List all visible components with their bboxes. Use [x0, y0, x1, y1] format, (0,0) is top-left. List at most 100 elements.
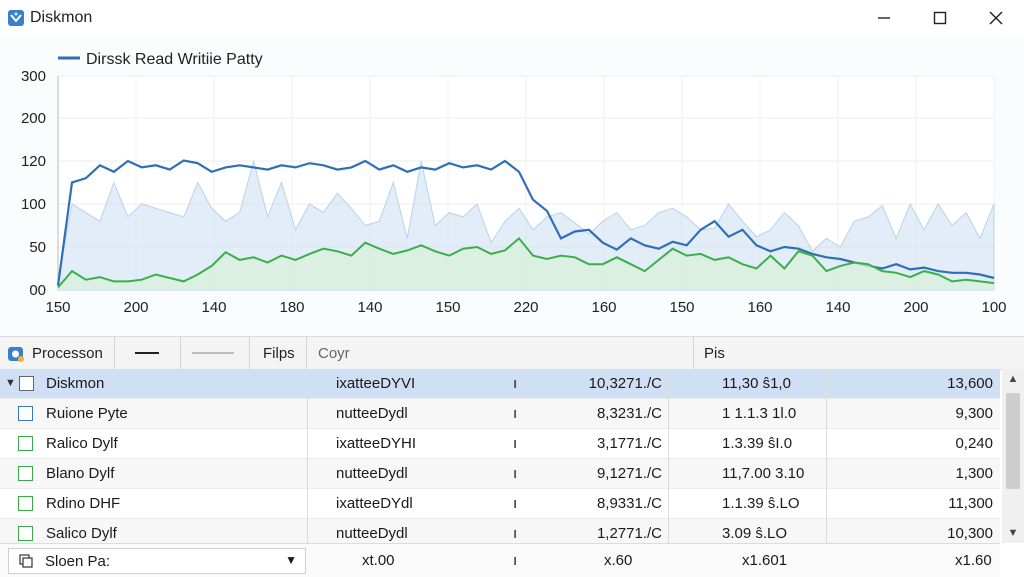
- view-combo[interactable]: Sloen Pa: ▼: [8, 548, 306, 574]
- value-write: 1.1.39 ŝ.LO: [722, 495, 800, 512]
- header-separator: [693, 337, 694, 369]
- value-read: 8,9331./C: [596, 495, 662, 512]
- row-checkbox[interactable]: [18, 436, 33, 451]
- process-type: nutteeDydl: [336, 525, 408, 542]
- column-header-coyr[interactable]: Coyr: [318, 345, 350, 362]
- row-checkbox[interactable]: [19, 376, 34, 391]
- scroll-down-button[interactable]: ▼: [1002, 523, 1024, 543]
- table-row[interactable]: Ruione Pyte nutteeDydl ı 8,3231./C 1 1.1.3 1…: [0, 399, 1000, 429]
- x-tick-label: 220: [513, 299, 538, 316]
- chart-canvas: 3002001201005000150 200 140 180 140 150 220 160…: [21, 51, 1007, 316]
- row-arrow: ı: [513, 435, 518, 452]
- footer-arrow: ı: [513, 552, 518, 569]
- process-name: Ruione Pyte: [46, 405, 128, 422]
- column-header-pis[interactable]: Pis: [704, 345, 725, 362]
- scroll-up-button[interactable]: ▲: [1002, 369, 1024, 389]
- disk-activity-chart: 300 200 120 100 50 00 150 200 140 180 140 150 220 160…: [0, 36, 1024, 336]
- diskmon-app-icon: [8, 10, 24, 26]
- processes-tab[interactable]: Processon: [32, 345, 103, 362]
- row-arrow: ı: [513, 465, 518, 482]
- x-tick-label: 150: [669, 299, 694, 316]
- table-row[interactable]: Blano Dylf nutteeDydl ı 9,1271./C 11,7.00 3.…: [0, 459, 1000, 489]
- process-table: ▼ Diskmon ixatteeDYVI ı 10,3271./C 11,30 ŝ1,0…: [0, 369, 1000, 549]
- value-read: 8,3231./C: [596, 405, 662, 422]
- maximize-icon: [933, 11, 947, 25]
- process-name: Diskmon: [46, 375, 105, 392]
- process-type: ixatteeDYVI: [336, 375, 416, 392]
- footer-value-b: x.60: [604, 552, 633, 569]
- row-checkbox[interactable]: [18, 496, 33, 511]
- x-tick-label: 140: [825, 299, 850, 316]
- process-name: Blano Dylf: [46, 465, 115, 482]
- chevron-up-icon: ▲: [1007, 373, 1019, 385]
- row-arrow: ı: [513, 525, 518, 542]
- value-write: 1.3.39 ŝI.0: [722, 435, 793, 452]
- y-tick-label: 50: [29, 239, 46, 256]
- y-tick-label: 300: [21, 68, 46, 85]
- x-tick-label: 100: [981, 299, 1006, 316]
- view-combo-value: Sloen Pa:: [45, 553, 111, 570]
- table-scrollbar[interactable]: ▲ ▼: [1002, 369, 1024, 543]
- x-tick-label: 160: [747, 299, 772, 316]
- header-separator: [114, 337, 115, 369]
- x-tick-label: 200: [123, 299, 148, 316]
- row-checkbox[interactable]: [18, 406, 33, 421]
- y-tick-label: 100: [21, 196, 46, 213]
- value-write: 11,30 ŝ1,0: [722, 375, 791, 392]
- header-separator: [306, 337, 307, 369]
- value-pis: 9,300: [955, 405, 993, 422]
- value-read: 10,3271./C: [588, 375, 662, 392]
- title-bar: Diskmon: [0, 0, 1024, 37]
- table-row[interactable]: Ralico Dylf ixatteeDYHI ı 3,1771./C 1.3.39 ŝ…: [0, 429, 1000, 459]
- x-tick-label: 150: [435, 299, 460, 316]
- minimize-icon: [878, 17, 890, 19]
- row-checkbox[interactable]: [18, 526, 33, 541]
- process-type: ixatteeDYHI: [336, 435, 417, 452]
- row-arrow: ı: [513, 405, 518, 422]
- line-style-light[interactable]: [192, 352, 234, 354]
- copy-icon: [19, 554, 33, 568]
- x-tick-label: 180: [279, 299, 304, 316]
- value-pis: 11,300: [948, 495, 993, 512]
- x-tick-label: 160: [591, 299, 616, 316]
- header-separator: [249, 337, 250, 369]
- maximize-button[interactable]: [912, 0, 968, 36]
- value-write: 1 1.1.3 1l.0: [722, 405, 797, 422]
- process-type: nutteeDydl: [336, 465, 408, 482]
- processes-icon: [8, 347, 24, 362]
- value-pis: 13,600: [947, 375, 993, 392]
- y-tick-label: 120: [21, 153, 46, 170]
- expand-icon[interactable]: ▼: [5, 377, 16, 389]
- line-style-solid[interactable]: [135, 352, 159, 354]
- x-tick-label: 150: [45, 299, 70, 316]
- process-name: Salico Dylf: [46, 525, 117, 542]
- process-type: ixatteeDYdl: [336, 495, 413, 512]
- process-name: Rdino DHF: [46, 495, 121, 512]
- table-row[interactable]: ▼ Diskmon ixatteeDYVI ı 10,3271./C 11,30 ŝ1,0…: [0, 369, 1000, 399]
- close-icon: [989, 11, 1003, 25]
- row-arrow: ı: [513, 375, 518, 392]
- table-footer: Sloen Pa: ▼ xt.00 ı x.60 x1.601 x1.60: [0, 543, 1000, 577]
- scrollbar-thumb[interactable]: [1006, 393, 1020, 489]
- close-button[interactable]: [968, 0, 1024, 36]
- value-pis: 10,300: [947, 525, 993, 542]
- process-name: Ralico Dylf: [46, 435, 118, 452]
- footer-value-d: x1.60: [955, 552, 992, 569]
- value-pis: 1,300: [955, 465, 993, 482]
- chevron-down-icon: ▼: [1007, 527, 1019, 539]
- value-read: 9,1271./C: [596, 465, 662, 482]
- value-write: 3.09 ŝ.LO: [722, 525, 788, 542]
- x-tick-label: 140: [201, 299, 226, 316]
- value-pis: 0,240: [955, 435, 993, 452]
- column-header-filps[interactable]: Filps: [263, 345, 295, 362]
- window-title: Diskmon: [30, 9, 93, 26]
- value-write: 11,7.00 3.10: [722, 465, 805, 482]
- header-separator: [180, 337, 181, 369]
- minimize-button[interactable]: [856, 0, 912, 36]
- chevron-down-icon: ▼: [285, 553, 297, 567]
- y-tick-label: 200: [21, 110, 46, 127]
- row-checkbox[interactable]: [18, 466, 33, 481]
- y-tick-label: 00: [29, 282, 46, 299]
- table-row[interactable]: Rdino DHF ixatteeDYdl ı 8,9331./C 1.1.39 ŝ.L…: [0, 489, 1000, 519]
- value-read: 1,2771./C: [596, 525, 662, 542]
